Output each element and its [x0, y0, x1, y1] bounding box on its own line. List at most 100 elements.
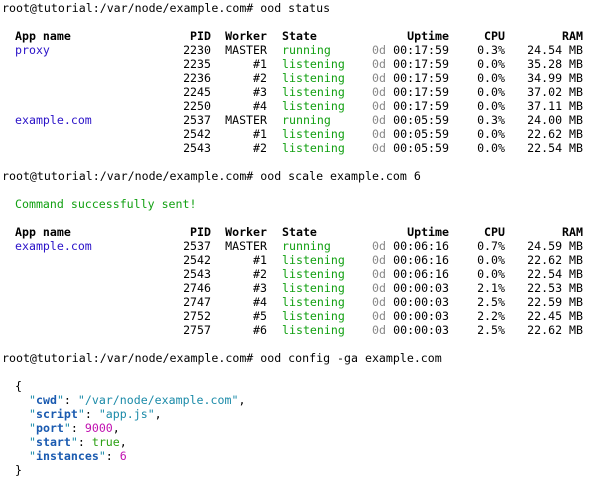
config-entry: "instances": 6	[2, 449, 600, 463]
pid: 2542	[183, 127, 211, 141]
app-name: example.com	[15, 239, 92, 253]
header-app-name: App name	[15, 29, 71, 43]
table-row: 2752 #5 listening 0d 00:00:03 2.2% 22.45 MB	[2, 309, 600, 323]
command-prompt: root@tutorial:/var/node/example.com# ood…	[2, 169, 421, 183]
ram: 34.99 MB	[527, 71, 583, 85]
cpu: 0.0%	[477, 99, 505, 113]
worker: #2	[253, 141, 267, 155]
uptime-time: 00:05:59	[393, 141, 449, 155]
quote: "	[29, 393, 36, 407]
worker: MASTER	[225, 113, 267, 127]
worker: MASTER	[225, 239, 267, 253]
ram: 22.45 MB	[527, 309, 583, 323]
quote: "	[77, 407, 85, 421]
worker: #1	[253, 57, 267, 71]
config-value: true	[91, 435, 120, 449]
cpu: 0.0%	[477, 253, 505, 267]
header-ram: RAM	[562, 29, 583, 43]
worker: #1	[253, 127, 267, 141]
uptime-time: 00:00:03	[393, 281, 449, 295]
pid: 2250	[183, 99, 211, 113]
uptime-time: 00:06:16	[393, 267, 449, 281]
quote: "	[98, 449, 106, 463]
state: listening	[282, 127, 345, 141]
config-entry: "start": true,	[2, 435, 600, 449]
uptime-time: 00:06:16	[393, 253, 449, 267]
table-row: 2746 #3 listening 0d 00:00:03 2.1% 22.53 MB	[2, 281, 600, 295]
state: listening	[282, 71, 345, 85]
pid: 2746	[183, 281, 211, 295]
quote: "	[63, 421, 71, 435]
brace-close: }	[15, 463, 22, 477]
uptime-days: 0d	[372, 85, 386, 99]
state: listening	[282, 295, 345, 309]
uptime-time: 00:17:59	[393, 57, 449, 71]
uptime-time: 00:06:16	[393, 239, 449, 253]
config-key: script	[35, 407, 78, 421]
terminal-output[interactable]: root@tutorial:/var/node/example.com# ood…	[2, 1, 600, 477]
colon: :	[77, 435, 92, 449]
cpu: 0.3%	[477, 43, 505, 57]
pid: 2543	[183, 267, 211, 281]
table-row: 2235 #1 listening 0d 00:17:59 0.0% 35.28 MB	[2, 57, 600, 71]
config-value: "/var/node/example.com"	[77, 393, 239, 407]
uptime-days: 0d	[372, 141, 386, 155]
uptime-days: 0d	[372, 71, 386, 85]
config-key: cwd	[35, 393, 57, 407]
header-cpu: CPU	[484, 225, 505, 239]
worker: #4	[253, 99, 267, 113]
uptime-days: 0d	[372, 43, 386, 57]
state: listening	[282, 323, 345, 337]
uptime-days: 0d	[372, 309, 386, 323]
config-entry: "script": "app.js",	[2, 407, 600, 421]
brace-open: {	[15, 379, 22, 393]
pid: 2230	[183, 43, 211, 57]
uptime-days: 0d	[372, 113, 386, 127]
pid: 2537	[183, 239, 211, 253]
json-open: {	[2, 379, 600, 393]
uptime-days: 0d	[372, 57, 386, 71]
ram: 37.02 MB	[527, 85, 583, 99]
table-row: 2250 #4 listening 0d 00:17:59 0.0% 37.11 MB	[2, 99, 600, 113]
table-row: 2747 #4 listening 0d 00:00:03 2.5% 22.59 MB	[2, 295, 600, 309]
uptime-time: 00:05:59	[393, 127, 449, 141]
pid: 2757	[183, 323, 211, 337]
worker: MASTER	[225, 43, 267, 57]
uptime-time: 00:05:59	[393, 113, 449, 127]
state: listening	[282, 267, 345, 281]
header-uptime: Uptime	[407, 29, 449, 43]
command-line: root@tutorial:/var/node/example.com# ood…	[2, 169, 600, 183]
app-name: example.com	[15, 113, 92, 127]
comma: ,	[238, 393, 246, 407]
command-prompt: root@tutorial:/var/node/example.com# ood…	[2, 351, 442, 365]
header-pid: PID	[190, 225, 211, 239]
pid: 2245	[183, 85, 211, 99]
json-close: }	[2, 463, 600, 477]
uptime-days: 0d	[372, 239, 386, 253]
header-state: State	[282, 29, 317, 43]
config-key: port	[35, 421, 64, 435]
table-row: 2542 #1 listening 0d 00:05:59 0.0% 22.62 MB	[2, 127, 600, 141]
config-key: start	[35, 435, 71, 449]
app-name: proxy	[15, 43, 50, 57]
scaled-table-header: App name PID Worker State Uptime CPU RAM	[2, 225, 600, 239]
config-value: "app.js"	[98, 407, 155, 421]
header-worker: Worker	[225, 29, 267, 43]
cpu: 2.1%	[477, 281, 505, 295]
header-pid: PID	[190, 29, 211, 43]
header-state: State	[282, 225, 317, 239]
cpu: 0.7%	[477, 239, 505, 253]
uptime-time: 00:17:59	[393, 43, 449, 57]
state: listening	[282, 99, 345, 113]
worker: #3	[253, 281, 267, 295]
cpu: 2.5%	[477, 295, 505, 309]
state: listening	[282, 309, 345, 323]
ram: 22.53 MB	[527, 281, 583, 295]
state: listening	[282, 57, 345, 71]
quote: "	[29, 449, 36, 463]
quote: "	[29, 435, 36, 449]
ram: 24.00 MB	[527, 113, 583, 127]
cpu: 0.0%	[477, 71, 505, 85]
pid: 2747	[183, 295, 211, 309]
